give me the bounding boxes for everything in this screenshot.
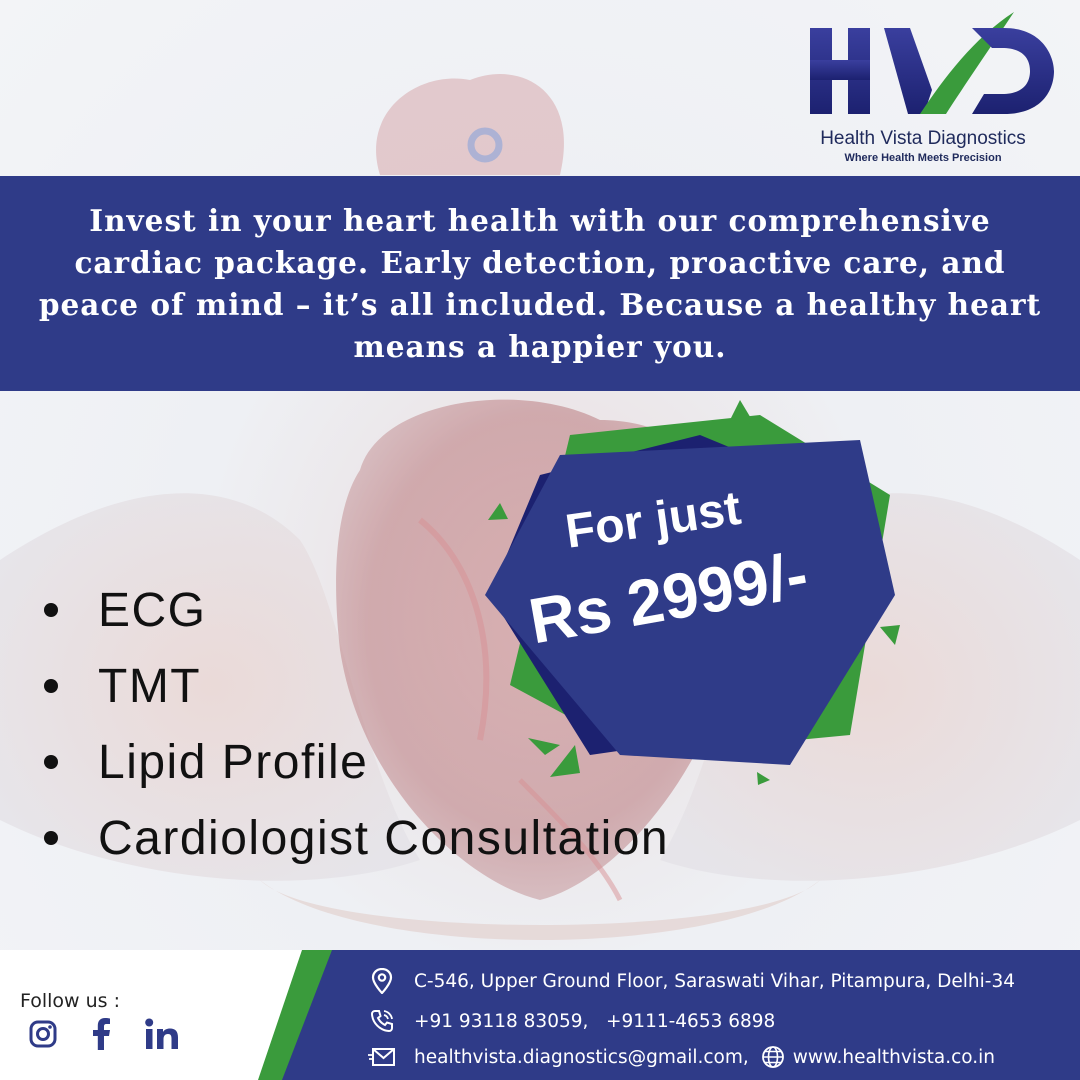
- test-label: Lipid Profile: [98, 735, 369, 789]
- bullet-icon: [44, 679, 58, 693]
- brand-tagline: Where Health Meets Precision: [844, 152, 1002, 164]
- email-link[interactable]: healthvista.diagnostics@gmail.com,: [414, 1047, 749, 1068]
- address-text: C-546, Upper Ground Floor, Saraswati Vih…: [414, 970, 1016, 992]
- list-item: Lipid Profile: [44, 724, 669, 800]
- address-row: C-546, Upper Ground Floor, Saraswati Vih…: [368, 968, 1015, 994]
- location-pin-icon: [368, 968, 396, 994]
- phone-row: +91 93118 83059, +9111-4653 6898: [368, 1008, 775, 1034]
- intro-text: Invest in your heart health with our com…: [38, 202, 1042, 364]
- poster-canvas: Health Vista Diagnostics Where Health Me…: [0, 0, 1080, 1080]
- brand-name: Health Vista Diagnostics: [820, 128, 1026, 149]
- bullet-icon: [44, 831, 58, 845]
- email-web-row: healthvista.diagnostics@gmail.com, www.h…: [368, 1044, 995, 1070]
- website-link[interactable]: www.healthvista.co.in: [793, 1047, 995, 1068]
- test-label: Cardiologist Consultation: [98, 811, 670, 865]
- test-label: TMT: [98, 659, 202, 713]
- intro-banner: Invest in your heart health with our com…: [0, 176, 1080, 391]
- email-icon: [368, 1044, 396, 1070]
- hvd-logo-mark: [810, 12, 1054, 114]
- brand-logo: Health Vista Diagnostics Where Health Me…: [800, 8, 1060, 168]
- test-list: ECG TMT Lipid Profile Cardiologist Consu…: [44, 572, 669, 876]
- bullet-icon: [44, 755, 58, 769]
- list-item: ECG: [44, 572, 669, 648]
- list-item: Cardiologist Consultation: [44, 800, 669, 876]
- test-label: ECG: [98, 583, 207, 637]
- instagram-icon[interactable]: [26, 1014, 60, 1054]
- list-item: TMT: [44, 648, 669, 724]
- phone-icon: [368, 1008, 396, 1034]
- facebook-icon[interactable]: [88, 1014, 114, 1054]
- globe-icon: [761, 1045, 785, 1069]
- bullet-icon: [44, 603, 58, 617]
- linkedin-icon[interactable]: [142, 1014, 182, 1054]
- phone-text: +91 93118 83059, +9111-4653 6898: [414, 1010, 776, 1032]
- follow-us-label: Follow us :: [20, 990, 121, 1012]
